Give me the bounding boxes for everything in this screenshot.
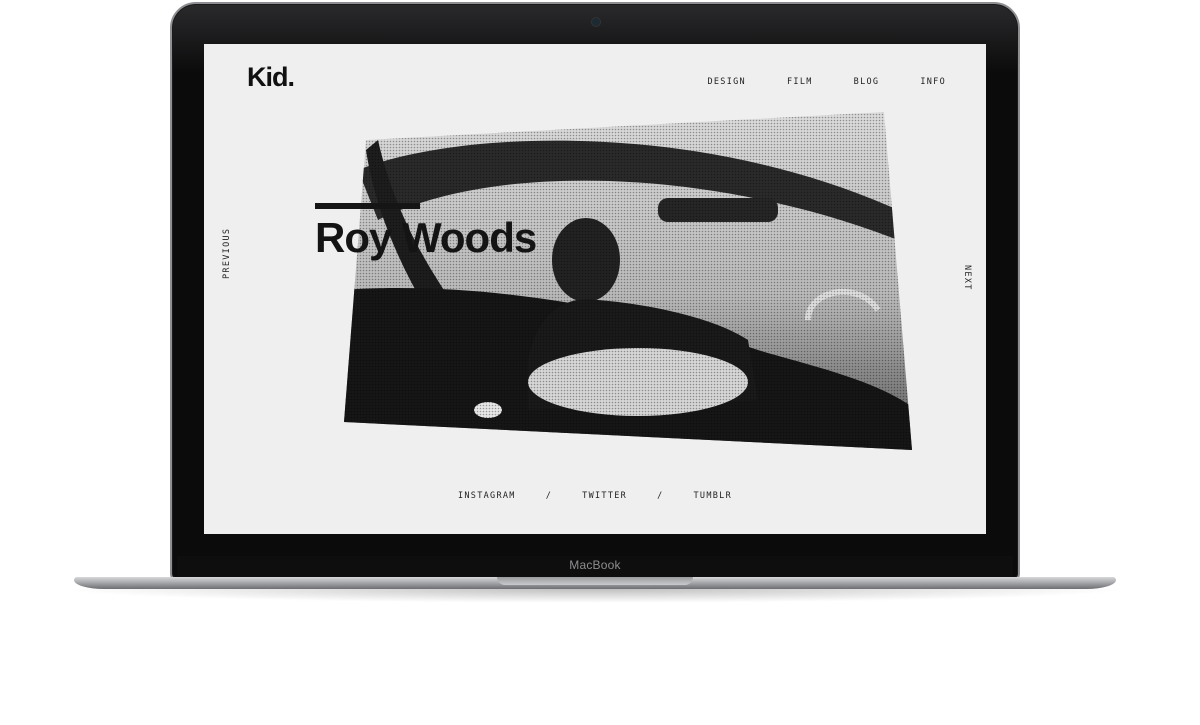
hero-halftone-image[interactable] [338,110,916,450]
title-accent-bar [315,203,420,209]
social-links: INSTAGRAM / TWITTER / TUMBLR [204,491,986,501]
feature-title[interactable]: Roy Woods [315,214,537,262]
site-logo[interactable]: Kid. [247,62,295,93]
instagram-link[interactable]: INSTAGRAM [458,491,516,501]
social-separator: / [545,491,553,501]
laptop-opening-notch [497,577,693,585]
laptop-shadow [60,589,1130,603]
next-link[interactable]: NEXT [962,265,972,291]
twitter-link[interactable]: TWITTER [582,491,627,501]
previous-link[interactable]: PREVIOUS [222,228,232,279]
nav-link-blog[interactable]: BLOG [854,77,880,87]
nav-link-design[interactable]: DESIGN [707,77,746,87]
social-separator: / [657,491,664,501]
nav-link-film[interactable]: FILM [787,77,813,87]
hero-photo-graphic [344,112,912,450]
tumblr-link[interactable]: TUMBLR [694,491,733,501]
website-screen: Kid. DESIGN FILM BLOG INFO Roy Woods PRE… [204,44,986,534]
laptop-brand-label: MacBook [569,558,621,572]
main-nav: DESIGN FILM BLOG INFO [707,77,946,87]
nav-link-info[interactable]: INFO [920,77,946,87]
webcam-icon [592,18,600,26]
